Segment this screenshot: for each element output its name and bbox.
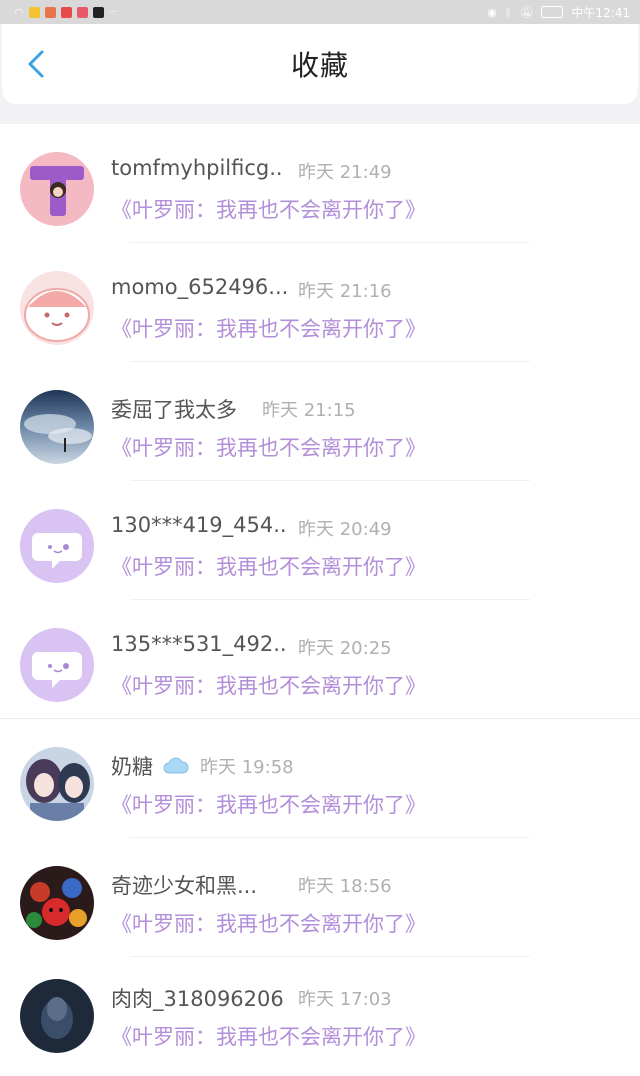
item-name-text: 奶糖 (111, 755, 153, 779)
list-item[interactable]: 135***531_492.. 昨天 20:25 《叶罗丽：我再也不会离开你了》 (0, 600, 640, 719)
item-name: 130***419_454.. (111, 513, 287, 537)
book-title-link[interactable]: 《叶罗丽：我再也不会离开你了》 (111, 313, 426, 343)
heroes-avatar (20, 866, 94, 940)
app-icon (28, 6, 40, 18)
status-bar-left: ◠ ··· (14, 6, 118, 19)
eye-icon: ◉ (487, 5, 497, 19)
item-name: 委屈了我太多 (111, 398, 237, 422)
mute-icon: 🔕︎ (519, 5, 534, 19)
item-time: 昨天 20:49 (298, 519, 392, 540)
item-name: 奇迹少女和黑... (111, 874, 258, 898)
book-title-link[interactable]: 《叶罗丽：我再也不会离开你了》 (111, 670, 426, 700)
status-time: 中午12:41 (571, 5, 630, 20)
avatar[interactable] (20, 271, 94, 345)
item-name: momo_652496... (111, 275, 289, 299)
item-name: 奶糖 (111, 751, 190, 781)
list-item[interactable]: momo_652496... 昨天 21:16 《叶罗丽：我再也不会离开你了》 (0, 243, 640, 362)
favorites-list: tomfmyhpilficg.. 昨天 21:49 《叶罗丽：我再也不会离开你了… (0, 124, 640, 1076)
status-bar: ◠ ··· ◉ ᛒ 🔕︎ 中午12:41 (0, 0, 640, 24)
tiktok-icon (92, 6, 104, 18)
item-time: 昨天 20:25 (298, 638, 392, 659)
app-icon (60, 6, 72, 18)
book-title-link[interactable]: 《叶罗丽：我再也不会离开你了》 (111, 789, 426, 819)
dark-photo-avatar (20, 979, 94, 1053)
pink-blob-avatar (20, 271, 94, 345)
book-title-link[interactable]: 《叶罗丽：我再也不会离开你了》 (111, 908, 426, 938)
list-item[interactable]: 奶糖 昨天 19:58 《叶罗丽：我再也不会离开你了》 (0, 719, 640, 838)
item-name: tomfmyhpilficg.. (111, 156, 283, 180)
letter-t-avatar (20, 152, 94, 226)
item-name: 135***531_492.. (111, 632, 287, 656)
list-item[interactable]: 奇迹少女和黑... 昨天 18:56 《叶罗丽：我再也不会离开你了》 (0, 838, 640, 957)
book-title-link[interactable]: 《叶罗丽：我再也不会离开你了》 (111, 194, 426, 224)
default-chat-avatar (20, 509, 94, 583)
status-bar-right: ◉ ᛒ 🔕︎ 中午12:41 (487, 4, 630, 21)
header-wrap: 收藏 (0, 24, 640, 124)
book-title-link[interactable]: 《叶罗丽：我再也不会离开你了》 (111, 551, 426, 581)
avatar[interactable] (20, 866, 94, 940)
item-time: 昨天 18:56 (298, 876, 392, 897)
item-time: 昨天 21:15 (262, 400, 356, 421)
page-title: 收藏 (290, 49, 349, 82)
list-item[interactable]: tomfmyhpilficg.. 昨天 21:49 《叶罗丽：我再也不会离开你了… (0, 124, 640, 243)
wifi-icon: ◠ (14, 5, 24, 19)
weibo-icon (44, 6, 56, 18)
avatar[interactable] (20, 747, 94, 821)
item-time: 昨天 21:49 (298, 162, 392, 183)
list-item[interactable]: 肉肉_318096206 昨天 17:03 《叶罗丽：我再也不会离开你了》 (0, 957, 640, 1076)
avatar[interactable] (20, 509, 94, 583)
list-item[interactable]: 委屈了我太多 昨天 21:15 《叶罗丽：我再也不会离开你了》 (0, 362, 640, 481)
item-name: 肉肉_318096206 (111, 987, 284, 1011)
default-chat-avatar (20, 628, 94, 702)
book-title-link[interactable]: 《叶罗丽：我再也不会离开你了》 (111, 1021, 426, 1051)
anime-girls-avatar (20, 747, 94, 821)
sky-photo-avatar (20, 390, 94, 464)
item-time: 昨天 17:03 (298, 989, 392, 1010)
back-button[interactable] (24, 46, 54, 82)
avatar[interactable] (20, 390, 94, 464)
book-title-link[interactable]: 《叶罗丽：我再也不会离开你了》 (111, 432, 426, 462)
bluetooth-icon: ᛒ (504, 5, 512, 19)
list-item[interactable]: 130***419_454.. 昨天 20:49 《叶罗丽：我再也不会离开你了》 (0, 481, 640, 600)
cloud-icon (162, 756, 190, 780)
more-dots-icon: ··· (108, 6, 119, 18)
battery-icon (541, 6, 564, 18)
avatar[interactable] (20, 979, 94, 1053)
avatar[interactable] (20, 152, 94, 226)
app-icon (76, 6, 88, 18)
item-time: 昨天 19:58 (200, 757, 294, 778)
header: 收藏 (2, 24, 638, 104)
avatar[interactable] (20, 628, 94, 702)
chevron-left-icon (28, 50, 44, 78)
item-time: 昨天 21:16 (298, 281, 392, 302)
